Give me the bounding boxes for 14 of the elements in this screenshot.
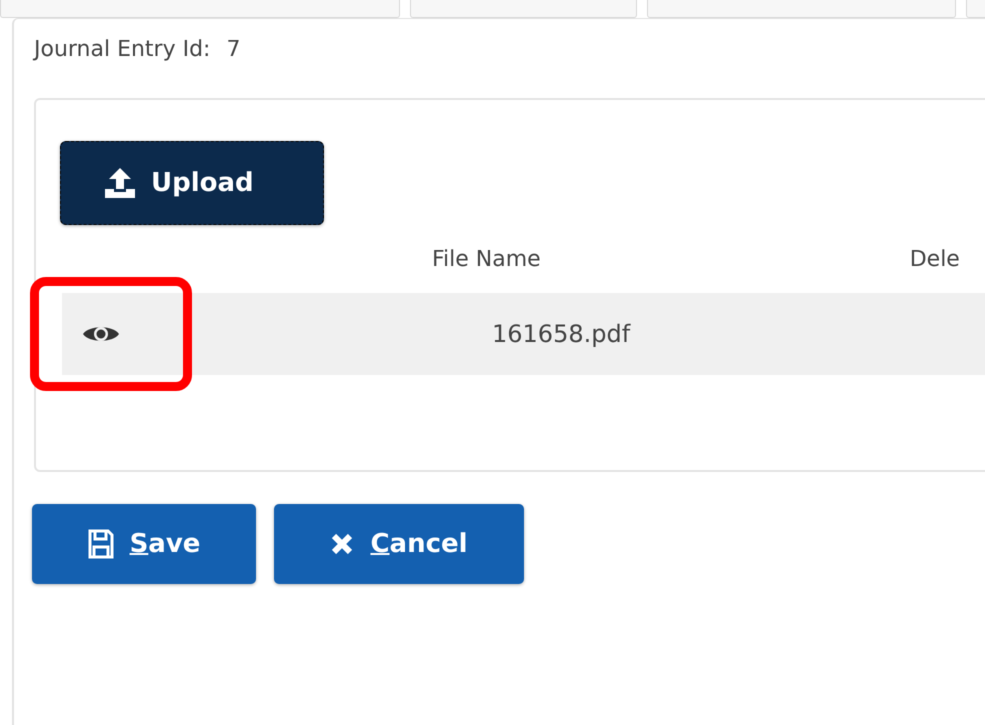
journal-entry-id: 7 bbox=[226, 37, 240, 62]
column-header: File Name bbox=[432, 246, 541, 272]
tab[interactable] bbox=[410, 0, 637, 18]
tab[interactable] bbox=[0, 0, 400, 18]
save-button[interactable]: Save bbox=[32, 504, 256, 584]
file-name-cell: 161658.pdf bbox=[492, 320, 630, 348]
tab[interactable] bbox=[647, 0, 956, 18]
close-icon bbox=[330, 532, 354, 556]
column-header: Dele bbox=[910, 246, 960, 272]
cancel-button[interactable]: Cancel bbox=[274, 504, 524, 584]
upload-icon bbox=[103, 167, 137, 199]
journal-entry-label: Journal Entry Id: bbox=[34, 37, 210, 62]
upload-button[interactable]: Upload bbox=[60, 141, 324, 225]
table-row[interactable]: 161658.pdf bbox=[62, 293, 985, 375]
